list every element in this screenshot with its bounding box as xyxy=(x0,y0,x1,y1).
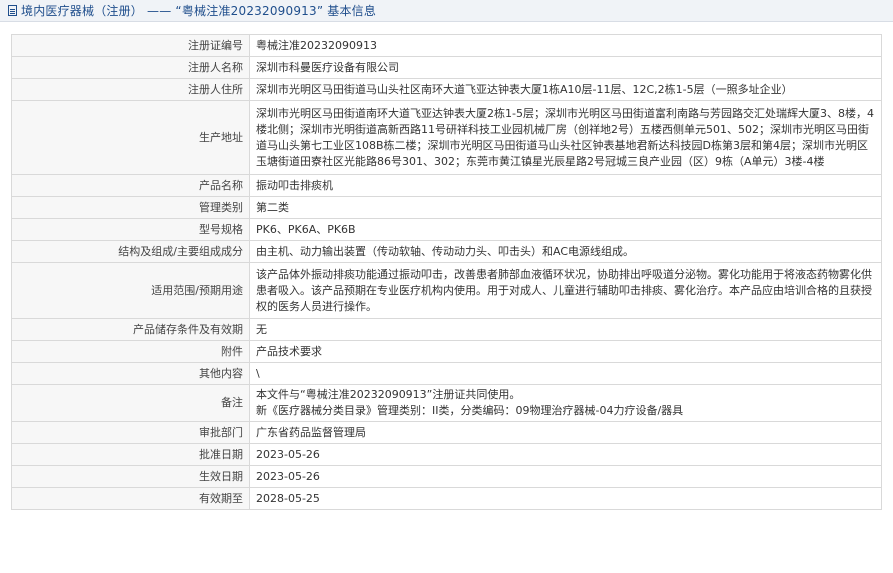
page-header: 境内医疗器械（注册） —— “粤械注准20232090913” 基本信息 xyxy=(0,0,893,22)
table-row-storage-validity: 产品储存条件及有效期 无 xyxy=(11,318,882,341)
row-label: 备注 xyxy=(11,384,250,422)
row-value: 2028-05-25 xyxy=(249,487,882,510)
row-label: 型号规格 xyxy=(11,218,250,241)
table-row-attachment: 附件 产品技术要求 xyxy=(11,340,882,363)
table-row-product-name: 产品名称 振动叩击排痰机 xyxy=(11,174,882,197)
remarks-line-1: 本文件与“粤械注准20232090913”注册证共同使用。 xyxy=(256,388,521,401)
row-label: 生效日期 xyxy=(11,465,250,488)
row-label: 产品名称 xyxy=(11,174,250,197)
table-row-structure-composition: 结构及组成/主要组成成分 由主机、动力输出装置（传动软轴、传动动力头、叩击头）和… xyxy=(11,240,882,263)
row-value: 深圳市光明区马田街道南环大道飞亚达钟表大厦2栋1-5层；深圳市光明区马田街道富利… xyxy=(249,100,882,175)
row-label: 批准日期 xyxy=(11,443,250,466)
row-value: 第二类 xyxy=(249,196,882,219)
row-value: 无 xyxy=(249,318,882,341)
table-row-effective-date: 生效日期 2023-05-26 xyxy=(11,465,882,488)
row-label: 产品储存条件及有效期 xyxy=(11,318,250,341)
row-label: 注册人名称 xyxy=(11,56,250,79)
row-value: 振动叩击排痰机 xyxy=(249,174,882,197)
row-value: 2023-05-26 xyxy=(249,443,882,466)
row-value: 广东省药品监督管理局 xyxy=(249,421,882,444)
table-row-production-address: 生产地址 深圳市光明区马田街道南环大道飞亚达钟表大厦2栋1-5层；深圳市光明区马… xyxy=(11,100,882,175)
info-table-container: 注册证编号 粤械注准20232090913 注册人名称 深圳市科曼医疗设备有限公… xyxy=(11,34,882,510)
row-label: 有效期至 xyxy=(11,487,250,510)
table-row-registrant-name: 注册人名称 深圳市科曼医疗设备有限公司 xyxy=(11,56,882,79)
table-row-approval-department: 审批部门 广东省药品监督管理局 xyxy=(11,421,882,444)
remarks-line-2: 新《医疗器械分类目录》管理类别：II类，分类编码：09物理治疗器械-04力疗设备… xyxy=(256,404,684,417)
row-value: 深圳市光明区马田街道马山头社区南环大道飞亚达钟表大厦1栋A10层-11层、12C… xyxy=(249,78,882,101)
table-row-registration-number: 注册证编号 粤械注准20232090913 xyxy=(11,34,882,57)
row-label: 管理类别 xyxy=(11,196,250,219)
row-value: 2023-05-26 xyxy=(249,465,882,488)
row-label: 注册证编号 xyxy=(11,34,250,57)
row-value: 产品技术要求 xyxy=(249,340,882,363)
table-row-remarks: 备注 本文件与“粤械注准20232090913”注册证共同使用。 新《医疗器械分… xyxy=(11,384,882,422)
row-value: 粤械注准20232090913 xyxy=(249,34,882,57)
row-label: 注册人住所 xyxy=(11,78,250,101)
row-value: 本文件与“粤械注准20232090913”注册证共同使用。 新《医疗器械分类目录… xyxy=(249,384,882,422)
table-row-registrant-address: 注册人住所 深圳市光明区马田街道马山头社区南环大道飞亚达钟表大厦1栋A10层-1… xyxy=(11,78,882,101)
document-icon xyxy=(8,5,17,16)
info-table: 注册证编号 粤械注准20232090913 注册人名称 深圳市科曼医疗设备有限公… xyxy=(11,34,882,510)
row-value: 由主机、动力输出装置（传动软轴、传动动力头、叩击头）和AC电源线组成。 xyxy=(249,240,882,263)
row-value: \ xyxy=(249,362,882,385)
table-row-valid-until: 有效期至 2028-05-25 xyxy=(11,487,882,510)
table-row-intended-use: 适用范围/预期用途 该产品体外振动排痰功能通过振动叩击，改善患者肺部血液循环状况… xyxy=(11,262,882,319)
table-row-management-category: 管理类别 第二类 xyxy=(11,196,882,219)
row-label: 其他内容 xyxy=(11,362,250,385)
table-row-approval-date: 批准日期 2023-05-26 xyxy=(11,443,882,466)
table-row-model-spec: 型号规格 PK6、PK6A、PK6B xyxy=(11,218,882,241)
row-label: 审批部门 xyxy=(11,421,250,444)
table-row-other-content: 其他内容 \ xyxy=(11,362,882,385)
row-value: 深圳市科曼医疗设备有限公司 xyxy=(249,56,882,79)
row-value: PK6、PK6A、PK6B xyxy=(249,218,882,241)
page-title: 境内医疗器械（注册） —— “粤械注准20232090913” 基本信息 xyxy=(21,4,377,18)
row-label: 适用范围/预期用途 xyxy=(11,262,250,319)
row-label: 生产地址 xyxy=(11,100,250,175)
row-label: 结构及组成/主要组成成分 xyxy=(11,240,250,263)
row-label: 附件 xyxy=(11,340,250,363)
row-value: 该产品体外振动排痰功能通过振动叩击，改善患者肺部血液循环状况，协助排出呼吸道分泌… xyxy=(249,262,882,319)
